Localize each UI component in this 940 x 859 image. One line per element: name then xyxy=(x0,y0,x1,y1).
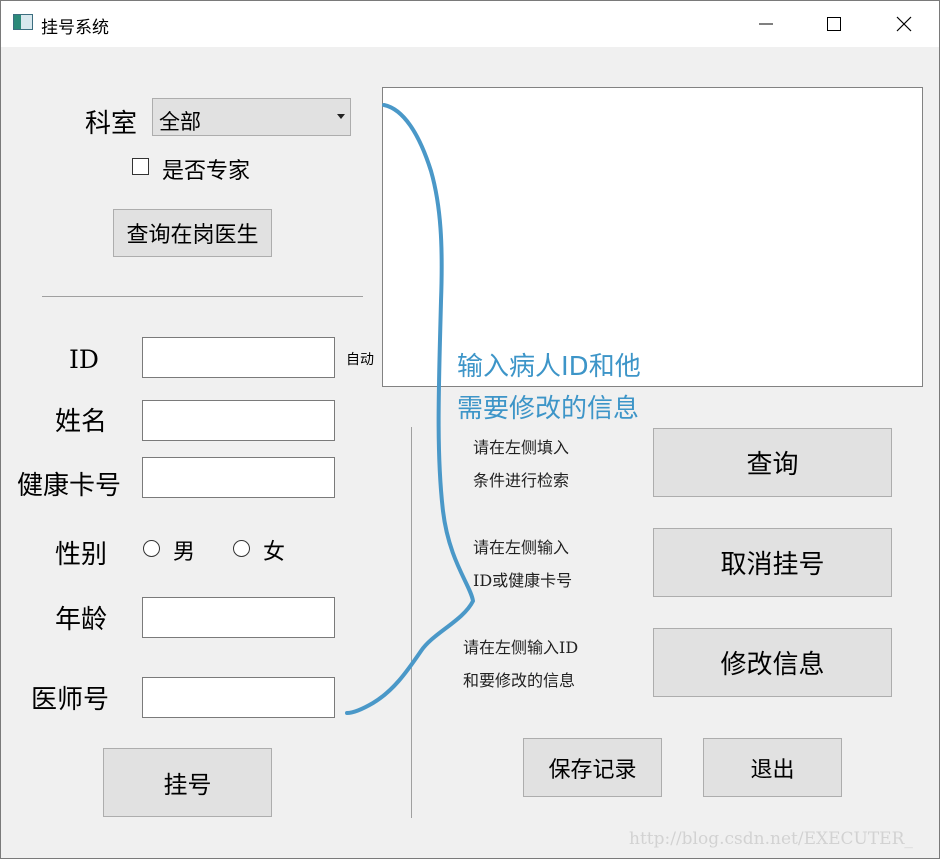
annotation-note: 输入病人ID和他 需要修改的信息 xyxy=(457,346,641,430)
main-window: 挂号系统 科室 全部 是否专家 查询在岗医生 ID 自动 姓名 健康卡号 性别 … xyxy=(0,0,940,859)
watermark-text: http://blog.csdn.net/EXECUTER_ xyxy=(629,829,913,849)
annotation-line2: 需要修改的信息 xyxy=(457,394,640,424)
annotation-line1: 输入病人ID和他 xyxy=(457,352,641,382)
